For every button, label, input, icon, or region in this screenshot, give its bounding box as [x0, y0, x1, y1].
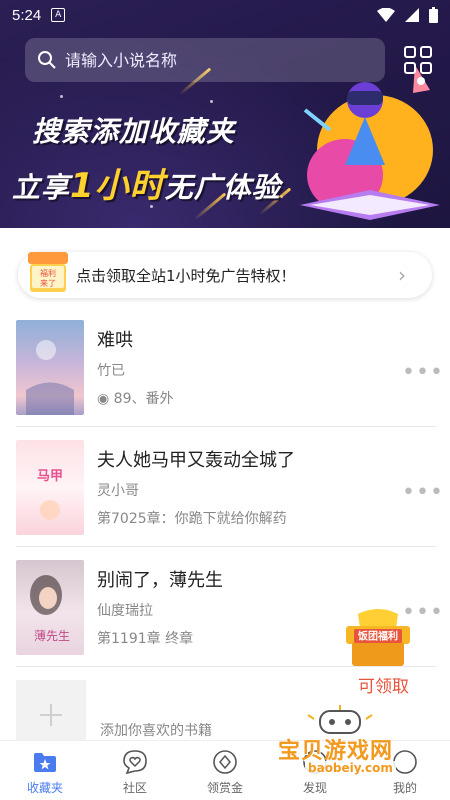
status-bar: 5:24 A	[0, 0, 450, 30]
svg-text:马甲: 马甲	[37, 469, 63, 484]
tab-label: 社区	[122, 781, 147, 795]
add-book-label[interactable]: 添加你喜欢的书籍	[100, 720, 212, 740]
claim-label[interactable]: 可领取	[358, 672, 409, 697]
promo-banner[interactable]: 搜索添加收藏夹 立享1小时无广体验	[0, 0, 450, 228]
book-cover	[16, 320, 84, 415]
wifi-icon	[377, 8, 395, 22]
promo-text: 点击领取全站1小时免广告特权！	[76, 266, 296, 285]
book-title: 难哄	[97, 330, 133, 351]
book-progress: ◉ 89、番外	[97, 391, 174, 407]
book-cover: 薄先生	[16, 560, 84, 655]
status-time: 5:24	[12, 6, 42, 24]
divider	[16, 426, 436, 427]
banner-headline: 搜索添加收藏夹	[32, 115, 236, 148]
svg-text:福利: 福利	[40, 268, 56, 278]
coin-icon	[213, 750, 237, 774]
folder-star-icon	[34, 753, 56, 772]
search-input[interactable]	[65, 50, 365, 70]
gift-box-icon: 福利 来了	[28, 252, 68, 292]
search-icon	[38, 51, 56, 69]
floating-gift-icon[interactable]: 饭团福利	[340, 608, 416, 668]
book-author: 仙度瑞拉	[97, 603, 153, 619]
more-options-icon[interactable]: •••	[402, 480, 444, 505]
svg-text:来了: 来了	[40, 279, 56, 288]
signal-icon	[405, 8, 419, 22]
tab-label: 收藏夹	[26, 781, 63, 795]
notification-icon: A	[51, 8, 66, 22]
book-title: 别闹了，薄先生	[97, 570, 223, 591]
tab-rewards[interactable]: 领赏金	[180, 741, 270, 800]
grid-view-icon[interactable]	[404, 46, 432, 74]
ad-free-promo[interactable]: 福利 来了 点击领取全站1小时免广告特权！ ›	[18, 252, 432, 298]
divider	[16, 546, 436, 547]
book-item[interactable]: 马甲 夫人她马甲又轰动全城了 灵小哥 第7025章：你跪下就给你解药 •••	[0, 440, 450, 560]
chevron-right-icon: ›	[398, 263, 406, 287]
svg-text:饭团福利: 饭团福利	[357, 630, 398, 643]
book-progress: 第1191章 终章	[97, 631, 194, 647]
book-progress: 第7025章：你跪下就给你解药	[97, 511, 287, 527]
book-item[interactable]: 难哄 竹已 ◉ 89、番外 •••	[0, 320, 450, 440]
tab-community[interactable]: 社区	[90, 741, 180, 800]
watermark-url: baobeiy.com	[305, 761, 396, 775]
svg-text:薄先生: 薄先生	[34, 628, 70, 643]
battery-icon	[429, 7, 438, 23]
search-bar[interactable]	[25, 38, 385, 82]
tab-favorites[interactable]: 收藏夹	[0, 741, 90, 800]
add-book-button[interactable]	[16, 680, 86, 740]
book-author: 竹已	[97, 363, 125, 379]
banner-subheadline: 立享1小时无广体验	[12, 166, 281, 206]
tab-label: 领赏金	[206, 781, 243, 795]
book-author: 灵小哥	[97, 483, 139, 499]
book-cover: 马甲	[16, 440, 84, 535]
book-title: 夫人她马甲又轰动全城了	[97, 450, 295, 471]
more-options-icon[interactable]: •••	[402, 360, 444, 385]
heart-chat-icon	[123, 750, 147, 775]
